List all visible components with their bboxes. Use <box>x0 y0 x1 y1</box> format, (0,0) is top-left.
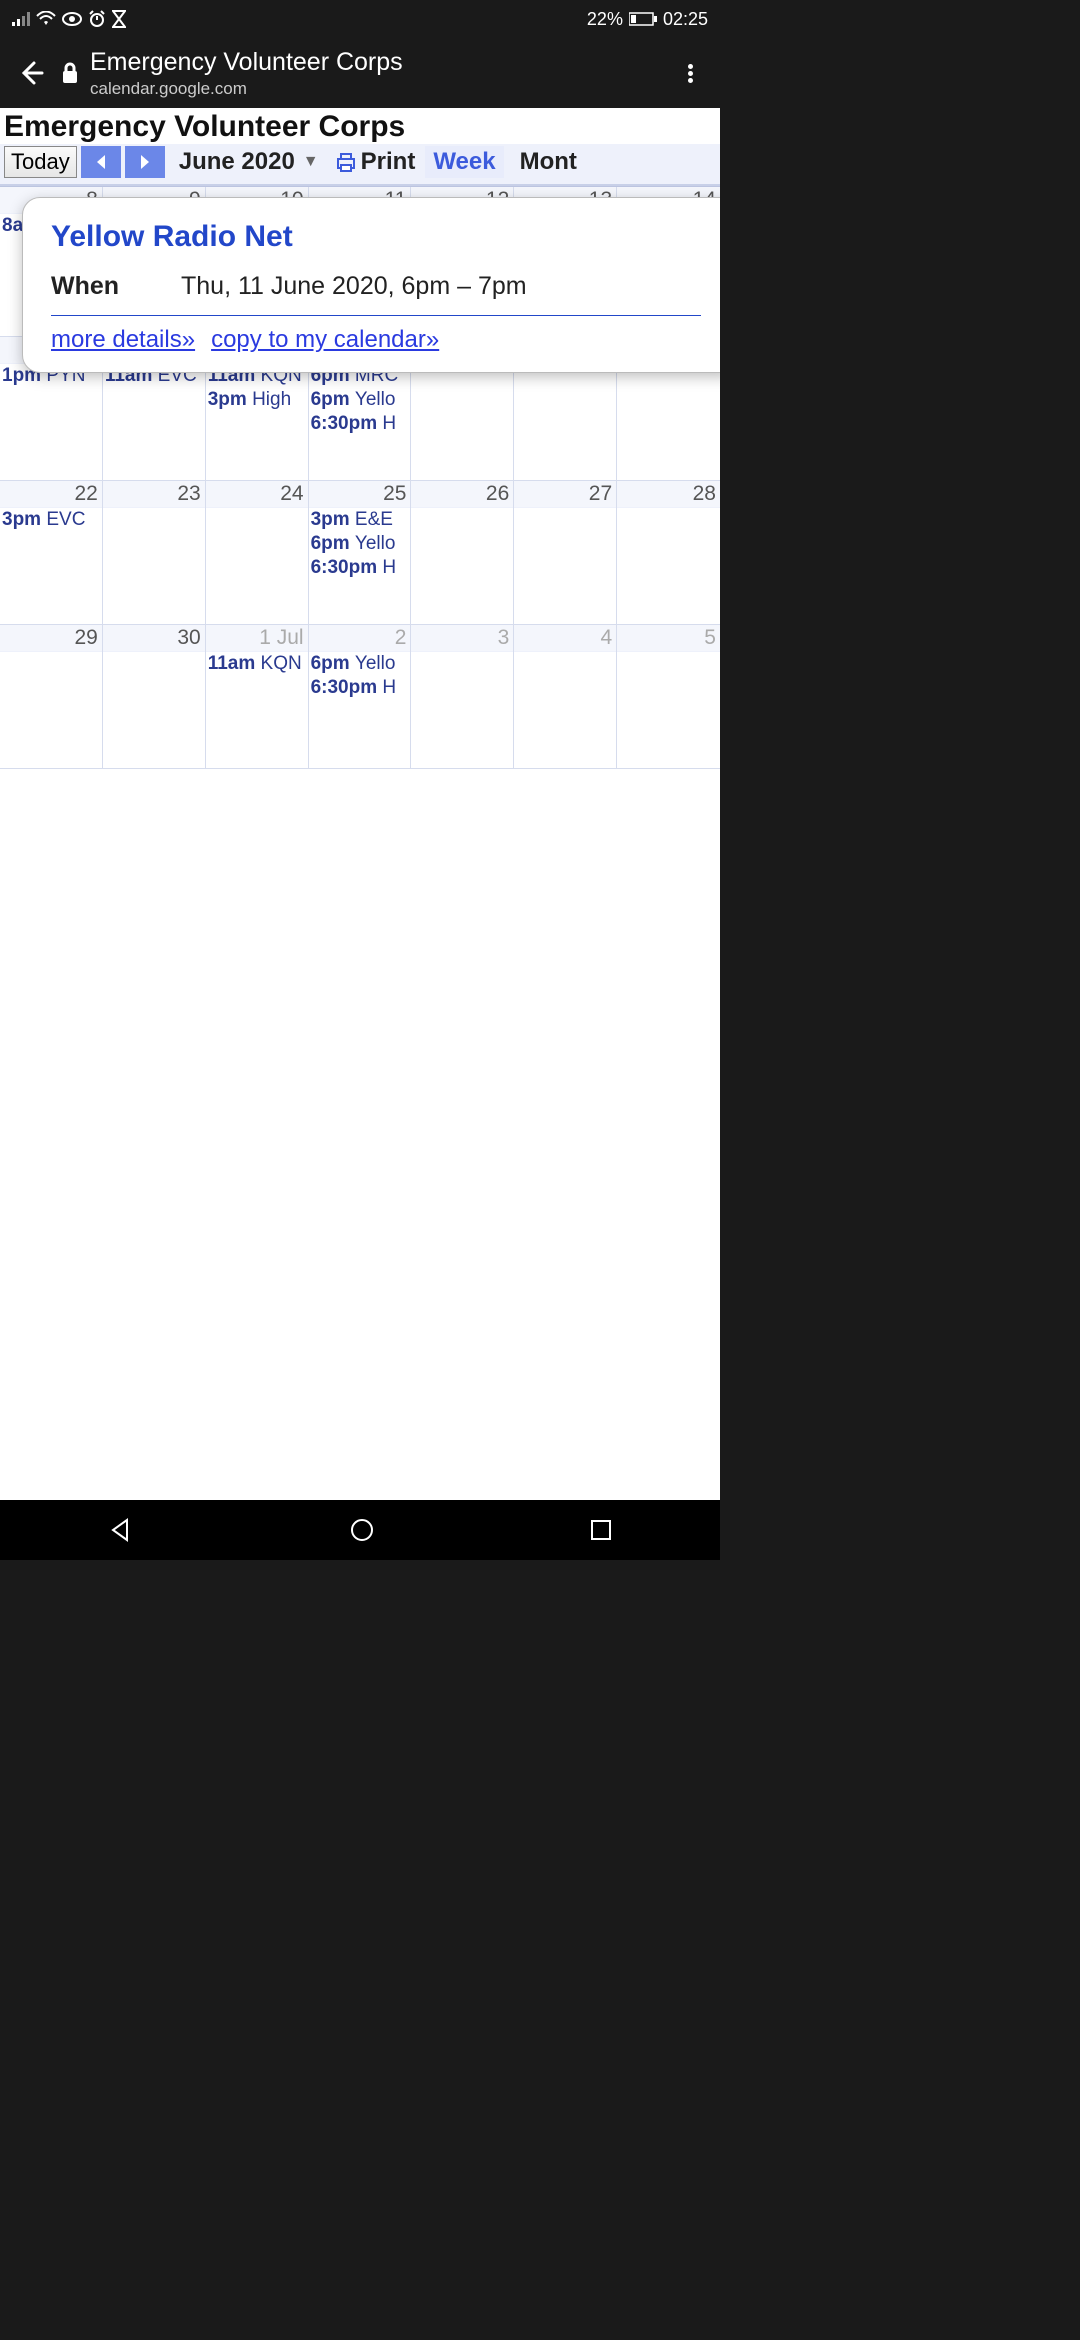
view-week-button[interactable]: Week <box>425 146 503 178</box>
day-number: 30 <box>103 625 205 652</box>
print-label: Print <box>361 148 416 176</box>
calendar-title: Emergency Volunteer Corps <box>4 110 716 144</box>
battery-percent: 22% <box>587 9 623 30</box>
day-cell[interactable]: 4 <box>514 625 617 768</box>
wifi-icon <box>36 11 56 27</box>
day-cell[interactable]: 28 <box>617 481 720 624</box>
signal-icon <box>12 12 30 26</box>
day-number: 24 <box>206 481 308 508</box>
system-nav-bar <box>0 1500 720 1560</box>
day-number: 22 <box>0 481 102 508</box>
day-cell[interactable]: 29 <box>0 625 103 768</box>
copy-to-calendar-link[interactable]: copy to my calendar» <box>211 326 439 354</box>
day-number: 1 Jul <box>206 625 308 652</box>
month-dropdown-icon[interactable]: ▼ <box>303 153 319 171</box>
lock-icon <box>50 62 90 84</box>
url-block[interactable]: Emergency Volunteer Corps calendar.googl… <box>90 48 670 99</box>
calendar-event[interactable]: 3pm High <box>206 388 308 412</box>
view-month-button[interactable]: Mont <box>512 146 585 178</box>
day-cell[interactable]: 26 <box>411 481 514 624</box>
calendar-event[interactable]: 6pm Yello <box>309 388 411 412</box>
status-bar: 22% 02:25 <box>0 0 720 38</box>
day-cell[interactable]: 1 Jul11am KQN <box>206 625 309 768</box>
more-details-link[interactable]: more details» <box>51 326 195 354</box>
prev-button[interactable] <box>81 146 121 178</box>
calendar-grid[interactable]: Yellow Radio Net When Thu, 11 June 2020,… <box>0 186 720 769</box>
nav-home-button[interactable] <box>348 1516 376 1544</box>
calendar-event[interactable]: 3pm E&E <box>309 508 411 532</box>
day-cell[interactable]: 23 <box>103 481 206 624</box>
nav-back-button[interactable] <box>107 1516 135 1544</box>
eye-icon <box>62 12 82 26</box>
print-button[interactable]: Print <box>335 148 416 176</box>
day-cell[interactable]: 27 <box>514 481 617 624</box>
day-number: 26 <box>411 481 513 508</box>
week-row: 223pm EVC2324253pm E&E6pm Yello6:30pm H2… <box>0 481 720 625</box>
content-area: Emergency Volunteer Corps Today June 202… <box>0 108 720 1500</box>
day-number: 2 <box>309 625 411 652</box>
day-cell[interactable]: 26pm Yello6:30pm H <box>309 625 412 768</box>
day-cell[interactable]: 223pm EVC <box>0 481 103 624</box>
day-number: 25 <box>309 481 411 508</box>
hourglass-icon <box>112 10 126 28</box>
page-url: calendar.google.com <box>90 79 670 99</box>
battery-icon <box>629 12 657 26</box>
calendar-event[interactable]: 3pm EVC <box>0 508 102 532</box>
day-number: 29 <box>0 625 102 652</box>
calendar-event[interactable]: 6pm Yello <box>309 532 411 556</box>
calendar-event[interactable]: 6:30pm H <box>309 412 411 436</box>
day-cell[interactable]: 24 <box>206 481 309 624</box>
next-button[interactable] <box>125 146 165 178</box>
calendar-event[interactable]: 6:30pm H <box>309 556 411 580</box>
today-button[interactable]: Today <box>4 146 77 178</box>
day-number: 4 <box>514 625 616 652</box>
calendar-event[interactable]: 6pm Yello <box>309 652 411 676</box>
calendar-event[interactable]: 11am KQN <box>206 652 308 676</box>
event-popup-title: Yellow Radio Net <box>51 220 701 254</box>
page-title: Emergency Volunteer Corps <box>90 48 670 77</box>
calendar-event[interactable]: 6:30pm H <box>309 676 411 700</box>
day-cell[interactable]: 5 <box>617 625 720 768</box>
day-cell[interactable]: 3 <box>411 625 514 768</box>
clock-time: 02:25 <box>663 9 708 30</box>
event-popup: Yellow Radio Net When Thu, 11 June 2020,… <box>22 197 720 373</box>
more-menu-button[interactable] <box>670 62 710 85</box>
day-number: 3 <box>411 625 513 652</box>
day-number: 23 <box>103 481 205 508</box>
back-button[interactable] <box>10 59 50 87</box>
nav-recent-button[interactable] <box>589 1518 613 1542</box>
week-row: 29301 Jul11am KQN26pm Yello6:30pm H345 <box>0 625 720 769</box>
event-popup-when-label: When <box>51 272 181 301</box>
day-cell[interactable]: 253pm E&E6pm Yello6:30pm H <box>309 481 412 624</box>
browser-bar: Emergency Volunteer Corps calendar.googl… <box>0 38 720 108</box>
day-number: 5 <box>617 625 720 652</box>
calendar-toolbar: Today June 2020 ▼ Print Week Mont <box>0 144 720 186</box>
month-label: June 2020 <box>179 148 295 176</box>
day-number: 27 <box>514 481 616 508</box>
popup-divider <box>51 315 701 316</box>
day-cell[interactable]: 30 <box>103 625 206 768</box>
alarm-icon <box>88 10 106 28</box>
print-icon <box>335 151 357 173</box>
event-popup-when-value: Thu, 11 June 2020, 6pm – 7pm <box>181 272 527 301</box>
day-number: 28 <box>617 481 720 508</box>
